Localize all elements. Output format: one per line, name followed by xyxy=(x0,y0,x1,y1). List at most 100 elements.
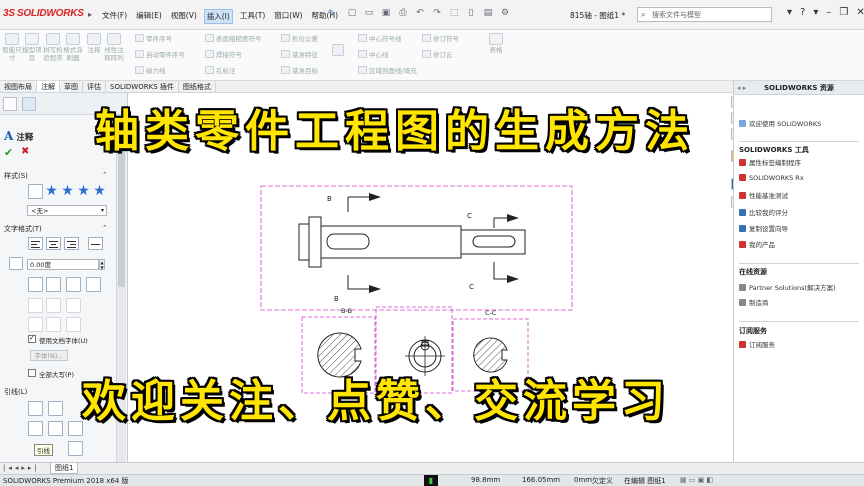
leader-icon[interactable] xyxy=(28,401,43,416)
area-hatch-button[interactable]: 区域剖面线/填充 xyxy=(358,65,417,75)
straight-leader-icon[interactable] xyxy=(28,421,43,436)
tab-sketch[interactable]: 草图 xyxy=(60,81,83,92)
select-icon[interactable]: ⬚ xyxy=(447,7,461,20)
surface-finish-button[interactable]: 表面粗糙度符号 xyxy=(205,33,262,43)
file-props-icon[interactable]: ▤ xyxy=(481,7,495,20)
font-button[interactable]: 字体(N)... xyxy=(30,350,68,361)
tables-button[interactable]: 表格 xyxy=(485,33,507,54)
align-center-icon[interactable] xyxy=(46,237,61,250)
menu-expand-icon[interactable]: ▸ xyxy=(88,10,92,19)
center-mark-button[interactable]: 中心符号线 xyxy=(358,33,402,43)
chevron-up-icon[interactable]: ⌃ xyxy=(102,171,108,179)
align-right-icon[interactable] xyxy=(64,237,79,250)
chevron-up-icon[interactable]: ⌃ xyxy=(102,224,108,232)
minimize-icon[interactable]: – xyxy=(826,7,831,18)
lock-note-icon[interactable] xyxy=(86,277,101,292)
add-symbol-icon[interactable] xyxy=(66,277,81,292)
balloon-button[interactable]: 零件序号 xyxy=(135,33,172,43)
undo-icon[interactable]: ↶ xyxy=(413,7,427,20)
model-items-button[interactable]: 模型项目 xyxy=(22,33,42,62)
angle-input[interactable]: 0.00度 xyxy=(27,259,99,270)
tab-view-layout[interactable]: 视图布局 xyxy=(0,81,37,92)
insert-geometric-tolerance-icon[interactable] xyxy=(28,298,43,313)
feature-manager-tab-icon[interactable] xyxy=(3,97,17,111)
apply-style-icon[interactable] xyxy=(28,184,43,199)
search-input[interactable]: ⌕ 搜索文件与模型 xyxy=(637,7,772,22)
linear-note-pattern-button[interactable]: 线性注释阵列 xyxy=(104,33,124,62)
options-icon[interactable]: ⚙ xyxy=(498,7,512,20)
ok-icon[interactable]: ✔ xyxy=(4,146,13,159)
menu-insert[interactable]: 插入(I) xyxy=(203,9,233,24)
online-link[interactable]: 制造商 xyxy=(739,297,769,307)
menu-window[interactable]: 窗口(W) xyxy=(272,9,304,24)
status-options-icon[interactable]: ▦ ▭ ▣ ◧ xyxy=(680,476,713,484)
save-icon[interactable]: ▣ xyxy=(379,7,393,20)
use-doc-font-checkbox[interactable] xyxy=(28,334,36,343)
nearest-leader-icon[interactable] xyxy=(68,441,83,456)
block-button[interactable] xyxy=(332,44,346,57)
new-icon[interactable]: ▢ xyxy=(345,7,359,20)
tab-sheet-format[interactable]: 图纸格式 xyxy=(179,81,216,92)
insert-hole-callout-icon[interactable] xyxy=(28,317,43,332)
insert-datum-icon[interactable] xyxy=(66,298,81,313)
delete-style-icon[interactable]: ★ xyxy=(60,184,75,199)
menu-edit[interactable]: 编辑(E) xyxy=(134,9,164,24)
tool-link[interactable]: SOLIDWORKS Rx xyxy=(739,174,804,182)
tool-link[interactable]: 复制设置向导 xyxy=(739,223,788,233)
note-button[interactable]: 注释 xyxy=(84,33,104,54)
text-format-section-label[interactable]: 文字格式(T) xyxy=(4,224,42,234)
stack-icon[interactable] xyxy=(66,317,81,332)
bent-leader-icon[interactable] xyxy=(48,421,63,436)
rebuild-icon[interactable]: ▯ xyxy=(464,7,478,20)
insert-surface-finish-icon[interactable] xyxy=(46,298,61,313)
open-icon[interactable]: ▭ xyxy=(362,7,376,20)
cancel-icon[interactable]: ✖ xyxy=(21,146,29,157)
quick-tips-icon[interactable]: ▮ xyxy=(424,475,438,486)
add-style-icon[interactable]: ★ xyxy=(44,184,59,199)
property-manager-tab-icon[interactable] xyxy=(22,97,36,111)
tool-link[interactable]: 比较我的评分 xyxy=(739,207,788,217)
menu-tools[interactable]: 工具(T) xyxy=(238,9,267,24)
subscription-link[interactable]: 订阅服务 xyxy=(739,339,775,349)
style-section-label[interactable]: 样式(S) xyxy=(4,171,28,181)
welcome-link[interactable]: 欢迎使用 SOLIDWORKS xyxy=(739,118,821,128)
print-icon[interactable]: ⎙ xyxy=(396,7,410,20)
leader-section-label[interactable]: 引线(L) xyxy=(4,387,27,397)
underline-leader-icon[interactable] xyxy=(68,421,83,436)
tool-link[interactable]: 我的产品 xyxy=(739,239,775,249)
revision-symbol-button[interactable]: 修订符号 xyxy=(422,33,459,43)
solidworks-logo[interactable]: 3S SOLIDWORKS xyxy=(3,8,84,19)
insert-revision-icon[interactable] xyxy=(46,317,61,332)
sheet-nav-icons[interactable]: |◂◂▸▸| xyxy=(3,464,40,472)
save-style-icon[interactable]: ★ xyxy=(76,184,91,199)
revision-cloud-button[interactable]: 修订云 xyxy=(422,49,453,59)
task-pane-nav-icon[interactable]: ◂ ▸ xyxy=(737,81,746,95)
multi-jog-leader-icon[interactable] xyxy=(48,401,63,416)
search-dropdown-icon[interactable]: ▾ xyxy=(787,7,792,18)
justify-icon[interactable] xyxy=(88,237,103,250)
datum-target-button[interactable]: 基准目标 xyxy=(281,65,318,75)
format-painter-button[interactable]: 格式涂刷器 xyxy=(63,33,83,62)
tool-link[interactable]: 性能基准测试 xyxy=(739,190,788,200)
tab-evaluate[interactable]: 评估 xyxy=(83,81,106,92)
tab-annotation[interactable]: 注解 xyxy=(37,81,60,92)
weld-symbol-button[interactable]: 焊接符号 xyxy=(205,49,242,59)
close-icon[interactable]: ✕ xyxy=(856,7,864,18)
datum-feature-button[interactable]: 基准特征 xyxy=(281,49,318,59)
centerline-button[interactable]: 中心线 xyxy=(358,49,389,59)
magnetic-line-button[interactable]: 磁力线 xyxy=(135,65,166,75)
menu-file[interactable]: 文件(F) xyxy=(100,9,129,24)
smart-dimension-button[interactable]: 智能尺寸 xyxy=(2,33,22,62)
link-to-property-icon[interactable] xyxy=(46,277,61,292)
align-left-icon[interactable] xyxy=(28,237,43,250)
tab-addins[interactable]: SOLIDWORKS 插件 xyxy=(106,81,179,92)
online-link[interactable]: Partner Solutions(解决方案) xyxy=(739,282,836,292)
angle-spinner[interactable]: ▲ ▼ xyxy=(99,259,105,270)
hole-callout-button[interactable]: 孔标注 xyxy=(205,65,236,75)
pin-icon[interactable]: ✎ xyxy=(328,9,336,19)
insert-hyperlink-icon[interactable] xyxy=(28,277,43,292)
redo-icon[interactable]: ↷ xyxy=(430,7,444,20)
restore-icon[interactable]: ❐ xyxy=(839,7,848,18)
help-dropdown-icon[interactable]: ▾ xyxy=(813,7,818,18)
style-select[interactable]: <无> ▾ xyxy=(27,205,107,216)
